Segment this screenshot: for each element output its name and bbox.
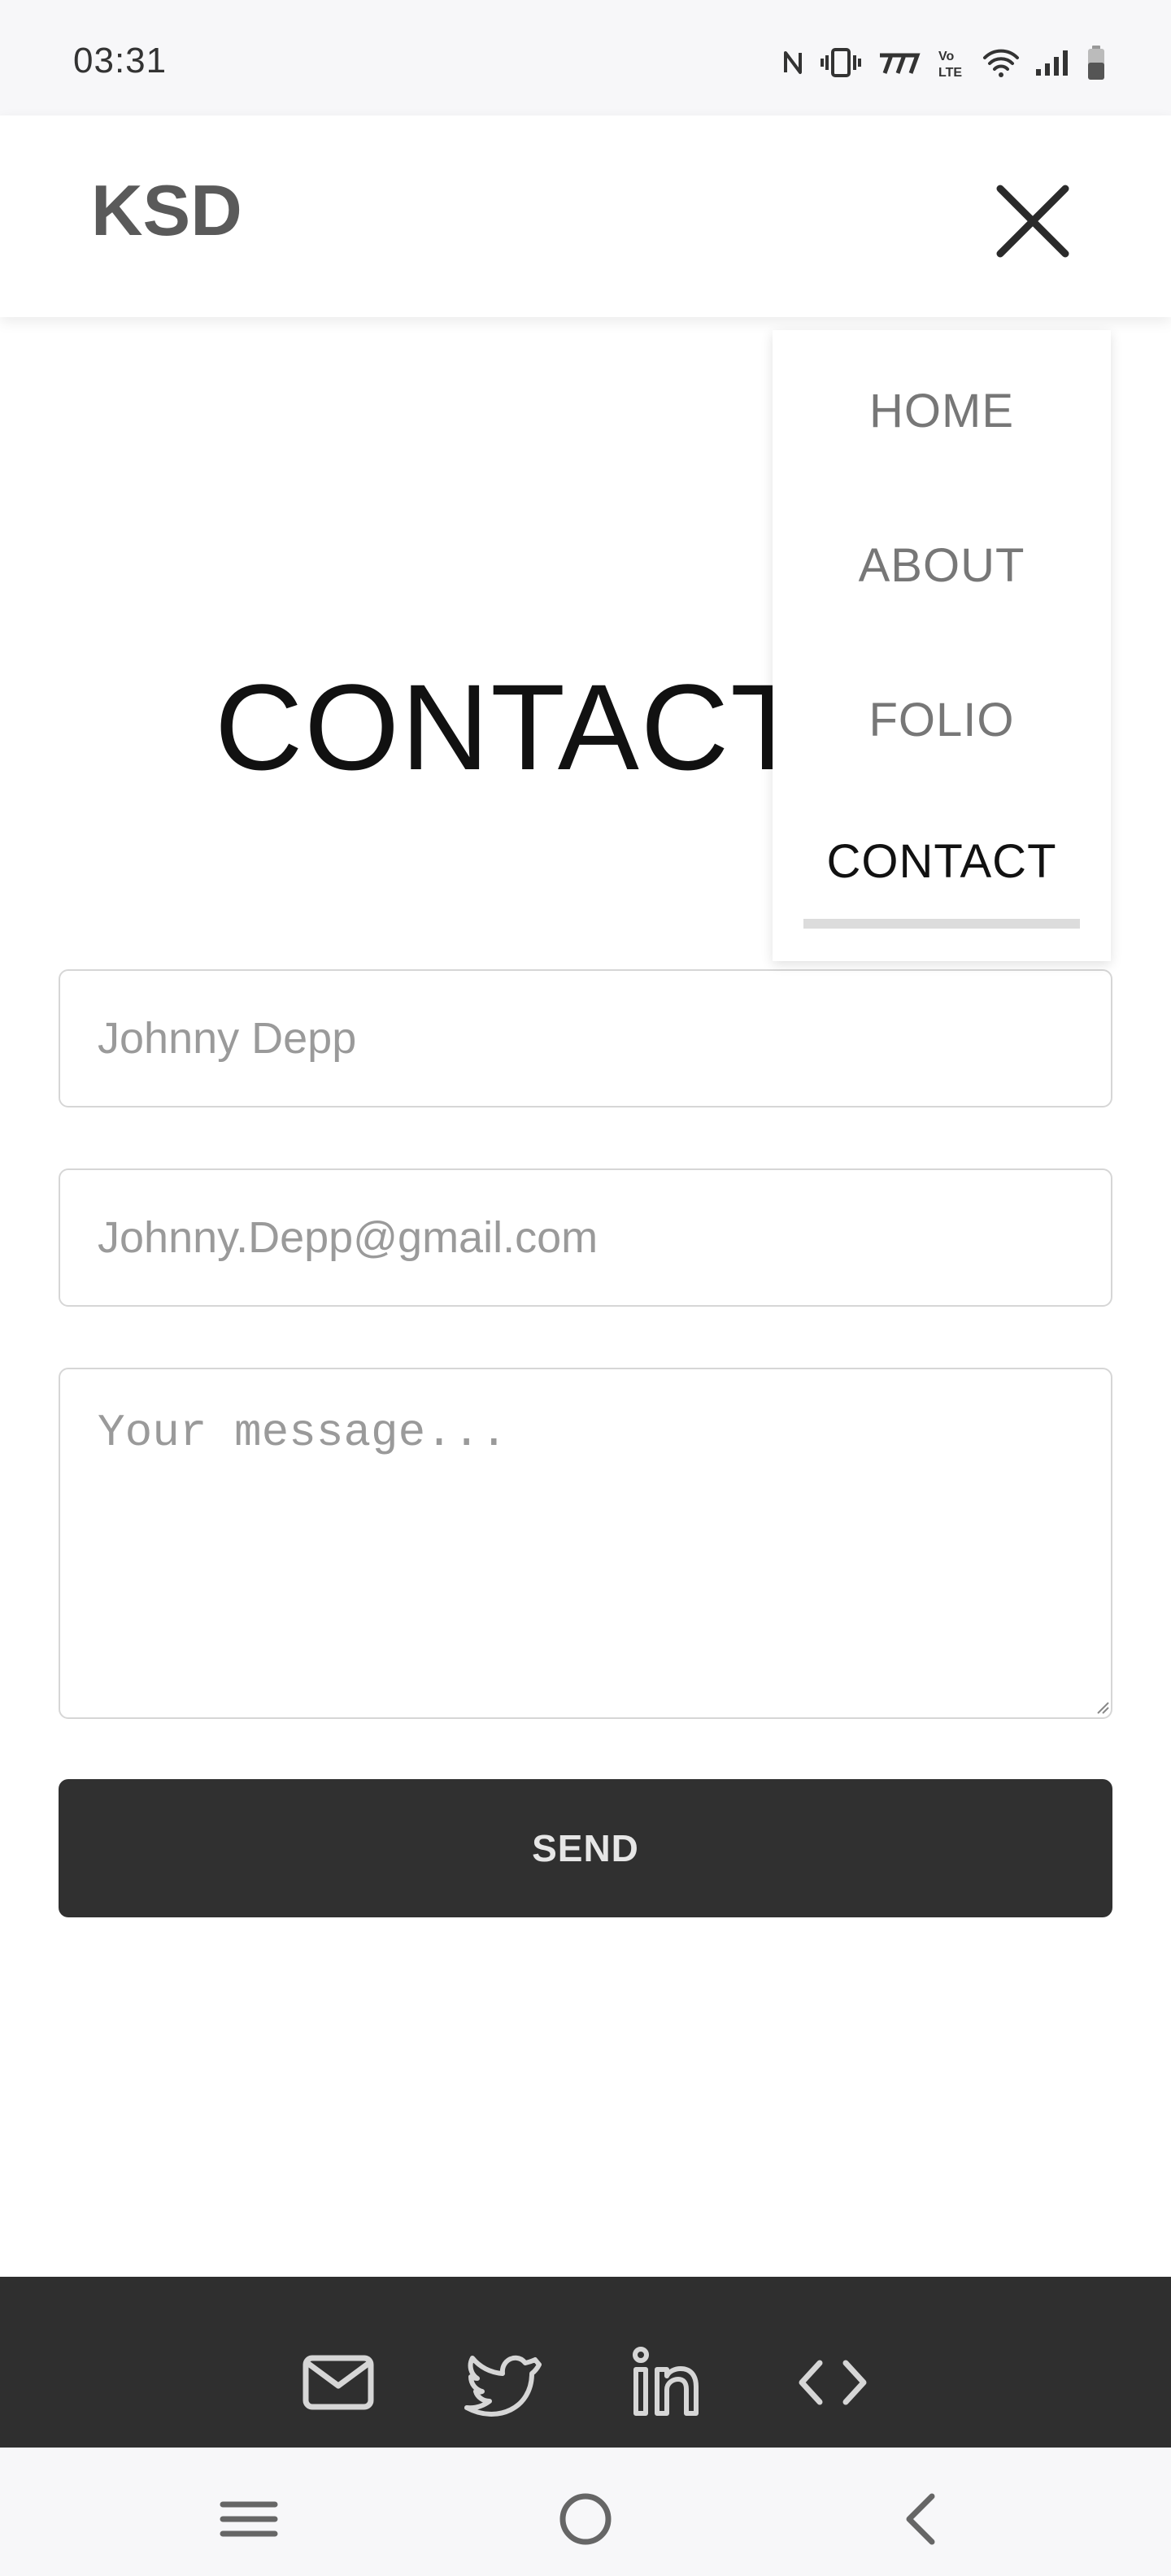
mail-link[interactable] [299, 2343, 377, 2422]
footer [0, 2277, 1171, 2448]
battery-icon [1088, 46, 1104, 80]
vibrate-icon [821, 48, 861, 77]
status-icons: Vo LTE [781, 42, 1106, 83]
email-input[interactable] [59, 1168, 1112, 1307]
nav-item-home[interactable]: HOME [773, 384, 1111, 438]
twitter-icon [464, 2355, 542, 2417]
menu-icon [220, 2501, 278, 2537]
nav-item-contact[interactable]: CONTACT [773, 834, 1111, 889]
svg-text:LTE: LTE [938, 66, 962, 79]
svg-text:Vo: Vo [938, 50, 954, 63]
system-navigation-bar [0, 2448, 1171, 2576]
message-textarea[interactable] [59, 1368, 1112, 1719]
brand-logo[interactable]: KSD [91, 169, 242, 252]
page-title: CONTACT [215, 659, 807, 795]
home-icon [559, 2493, 612, 2545]
recent-apps-button[interactable] [216, 2487, 281, 2552]
resize-grip-icon[interactable] [1093, 1698, 1109, 1714]
close-icon [996, 185, 1069, 258]
status-time: 03:31 [73, 41, 168, 80]
nav-item-about[interactable]: ABOUT [773, 538, 1111, 593]
nav-item-folio[interactable]: FOLIO [773, 693, 1111, 747]
send-button[interactable]: SEND [59, 1779, 1112, 1917]
status-bar: 03:31 Vo LTE [0, 0, 1171, 115]
code-icon [799, 2360, 867, 2405]
nfc-icon [784, 51, 802, 74]
linkedin-icon [633, 2347, 699, 2416]
back-icon [906, 2493, 935, 2545]
linkedin-link[interactable] [628, 2343, 706, 2422]
volte-icon: Vo LTE [938, 50, 962, 79]
active-nav-indicator [803, 919, 1080, 929]
mail-icon [303, 2355, 374, 2410]
cell-signal-icon [1036, 50, 1068, 76]
twitter-link[interactable] [464, 2343, 542, 2422]
code-link[interactable] [794, 2343, 872, 2422]
home-button[interactable] [553, 2487, 618, 2552]
wifi-icon [983, 49, 1019, 77]
back-button[interactable] [890, 2487, 955, 2552]
app-header: KSD [0, 115, 1171, 317]
name-input[interactable] [59, 969, 1112, 1107]
close-menu-button[interactable] [992, 181, 1073, 262]
nav-dropdown-menu: HOME ABOUT FOLIO CONTACT [773, 330, 1111, 961]
signal-carrier-icon [880, 53, 921, 74]
